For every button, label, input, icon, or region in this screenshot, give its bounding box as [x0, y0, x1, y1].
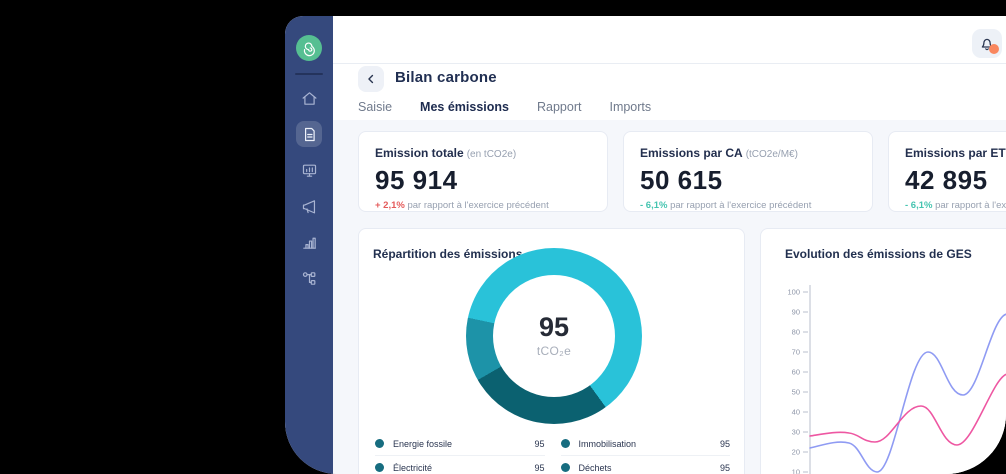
legend-item: Électricité 95 [375, 456, 545, 474]
document-icon [301, 126, 318, 143]
kpi-unit: (en tCO2e) [467, 149, 516, 160]
kpi-value: 50 615 [640, 165, 856, 196]
hierarchy-icon [301, 270, 318, 287]
kpi-delta-percent: + 2,1% [375, 200, 405, 211]
kpi-delta-percent: - 6,1% [640, 200, 667, 211]
tab-saisie[interactable]: Saisie [356, 100, 394, 122]
legend-label: Immobilisation [579, 439, 637, 449]
kpi-title: Emission totale [375, 146, 464, 160]
kpi-value: 42 895 [905, 165, 1006, 196]
line-chart: 100 90 80 70 60 50 40 30 20 10 [761, 229, 1006, 474]
panel-evolution-ges: Evolution des émissions de GES 100 90 80… [760, 228, 1006, 474]
y-tick: 100 [787, 288, 800, 297]
sidebar-divider [295, 73, 323, 75]
monitor-icon [301, 162, 318, 179]
kpi-title-row: Emissions par ETP(tCO2e/ETP) [905, 144, 1006, 162]
kpi-card-emissions-par-etp: Emissions par ETP(tCO2e/ETP) 42 895 - 6,… [888, 131, 1006, 212]
donut-center-unit: tCO₂e [537, 344, 571, 358]
sidebar-item-statistics[interactable] [296, 229, 322, 255]
y-tick: 70 [792, 348, 800, 357]
donut-center-value: 95 [539, 314, 569, 341]
bell-icon [978, 35, 996, 53]
y-tick: 10 [792, 468, 800, 474]
y-tick: 60 [792, 368, 800, 377]
y-tick: 40 [792, 408, 800, 417]
panel-title: Répartition des émissions [373, 247, 522, 261]
legend-item: Immobilisation 95 [561, 432, 731, 456]
kpi-value: 95 914 [375, 165, 591, 196]
legend-label: Energie fossile [393, 439, 452, 449]
kpi-delta: + 2,1% par rapport à l'exercice précéden… [375, 200, 591, 211]
sidebar-item-monitor[interactable] [296, 157, 322, 183]
donut-legend: Energie fossile 95 Immobilisation 95 Éle… [375, 432, 730, 474]
kpi-delta-percent: - 6,1% [905, 200, 932, 211]
legend-value: 95 [720, 463, 730, 473]
notifications-button[interactable] [972, 29, 1002, 58]
donut-center: 95 tCO₂e [493, 275, 615, 397]
legend-value: 95 [720, 439, 730, 449]
topbar-divider [333, 63, 1006, 64]
kpi-title: Emissions par CA [640, 146, 743, 160]
legend-value: 95 [534, 463, 544, 473]
legend-dot-icon [561, 463, 570, 472]
donut-chart: 95 tCO₂e [466, 248, 642, 424]
kpi-title: Emissions par ETP [905, 146, 1006, 160]
legend-label: Électricité [393, 463, 432, 473]
spiral-logo-icon [301, 40, 318, 57]
chevron-left-icon [364, 72, 378, 86]
megaphone-icon [301, 198, 318, 215]
line-series-blue [810, 313, 1006, 472]
kpi-card-emission-totale: Emission totale(en tCO2e) 95 914 + 2,1% … [358, 131, 608, 212]
legend-value: 95 [534, 439, 544, 449]
bar-chart-icon [301, 234, 318, 251]
line-series-pink [810, 370, 1006, 445]
legend-item: Energie fossile 95 [375, 432, 545, 456]
page-title: Bilan carbone [395, 69, 497, 86]
legend-dot-icon [375, 463, 384, 472]
y-tick: 80 [792, 328, 800, 337]
kpi-delta-text: par rapport à l'exercice précédent [670, 200, 811, 211]
legend-dot-icon [561, 439, 570, 448]
y-tick: 90 [792, 308, 800, 317]
back-button[interactable] [358, 66, 384, 92]
app-logo[interactable] [296, 35, 322, 61]
y-tick: 50 [792, 388, 800, 397]
sidebar-item-hierarchy[interactable] [296, 265, 322, 291]
sidebar [285, 16, 333, 474]
kpi-title-row: Emission totale(en tCO2e) [375, 144, 591, 162]
sidebar-item-documents[interactable] [296, 121, 322, 147]
tab-bar: Saisie Mes émissions Rapport Imports [356, 100, 653, 122]
tab-imports[interactable]: Imports [607, 100, 653, 122]
y-tick: 20 [792, 448, 800, 457]
home-icon [301, 90, 318, 107]
legend-label: Déchets [579, 463, 612, 473]
legend-item: Déchets 95 [561, 456, 731, 474]
tab-mes-emissions[interactable]: Mes émissions [418, 100, 511, 122]
kpi-delta-text: par rapport à l'exercice précédent [407, 200, 548, 211]
kpi-delta: - 6,1% par rapport à l'exercice précéden… [640, 200, 856, 211]
tab-rapport[interactable]: Rapport [535, 100, 583, 122]
kpi-delta-text: par rapport à l'exercice précédent [935, 200, 1006, 211]
notification-dot [989, 44, 999, 54]
y-tick: 30 [792, 428, 800, 437]
legend-dot-icon [375, 439, 384, 448]
kpi-unit: (tCO2e/M€) [746, 149, 798, 160]
app-window: Bilan carbone Saisie Mes émissions Rappo… [285, 16, 1006, 474]
kpi-delta: - 6,1% par rapport à l'exercice précéden… [905, 200, 1006, 211]
panel-repartition-emissions: Répartition des émissions 95 tCO₂e Energ… [358, 228, 745, 474]
sidebar-item-announcements[interactable] [296, 193, 322, 219]
screenshot-canvas: Bilan carbone Saisie Mes émissions Rappo… [0, 0, 1006, 474]
kpi-title-row: Emissions par CA(tCO2e/M€) [640, 144, 856, 162]
kpi-card-emissions-par-ca: Emissions par CA(tCO2e/M€) 50 615 - 6,1%… [623, 131, 873, 212]
sidebar-item-home[interactable] [296, 85, 322, 111]
